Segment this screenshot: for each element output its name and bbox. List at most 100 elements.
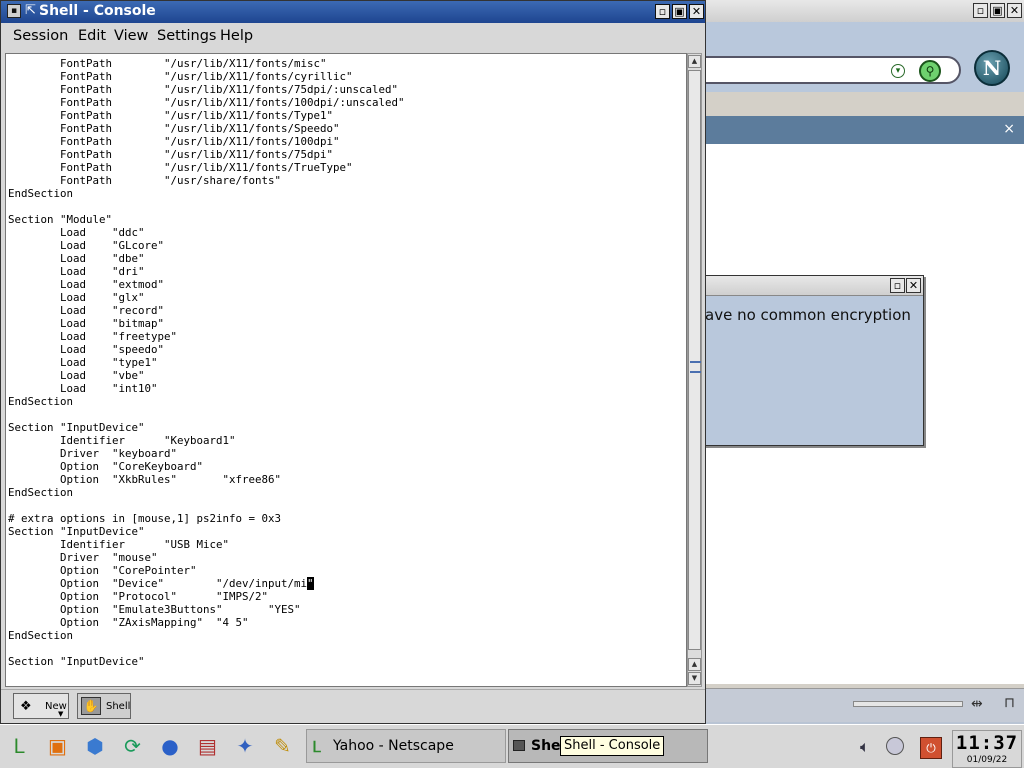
- cube-icon[interactable]: ⬢: [79, 730, 111, 762]
- terminal-line: Driver "mouse": [8, 551, 158, 564]
- terminal-line: Section "InputDevice": [8, 525, 145, 538]
- terminal-line: FontPath "/usr/share/fonts": [8, 174, 282, 187]
- close-icon[interactable]: ×: [1003, 122, 1015, 136]
- chevron-down-icon[interactable]: ▾: [891, 64, 905, 78]
- power-icon[interactable]: ⏻: [920, 737, 942, 759]
- terminal-line: FontPath "/usr/lib/X11/fonts/cyrillic": [8, 70, 353, 83]
- netscape-toolbar: [701, 22, 1024, 46]
- scroll-up-arrow-bottom[interactable]: ▲: [688, 658, 701, 671]
- terminal-line: FontPath "/usr/lib/X11/fonts/misc": [8, 57, 327, 70]
- terminal-line: FontPath "/usr/lib/X11/fonts/100dpi/:uns…: [8, 96, 405, 109]
- menu-view[interactable]: View: [114, 28, 148, 44]
- pencil-icon[interactable]: ✎: [267, 730, 299, 762]
- terminal-line: Section "InputDevice": [8, 421, 145, 434]
- terminal-line: Load "GLcore": [8, 239, 165, 252]
- terminal-line: Load "glx": [8, 291, 145, 304]
- netscape-titlebar[interactable]: ▫ ▣ ✕: [701, 0, 1024, 22]
- terminal-line: Section "InputDevice": [8, 655, 145, 668]
- new-session-label: New: [45, 701, 67, 712]
- shell-icon: ✋: [81, 697, 101, 715]
- dialog-close-button[interactable]: ✕: [906, 278, 921, 293]
- maximize-button[interactable]: ▣: [672, 4, 687, 19]
- url-input[interactable]: ▾ ⚲: [703, 56, 961, 84]
- scroll-down-arrow[interactable]: ▼: [688, 672, 701, 685]
- desktop: ▫ ▣ ✕ ▾ ⚲ N × ⇹ ⊓ ▫ ✕ ave no common encr…: [0, 0, 1024, 768]
- netscape-logo[interactable]: N: [974, 50, 1010, 86]
- search-icon[interactable]: ⚲: [919, 60, 941, 82]
- security-dialog: ▫ ✕ ave no common encryption: [700, 275, 924, 446]
- window-title: Shell - Console: [39, 3, 156, 19]
- terminal-line: FontPath "/usr/lib/X11/fonts/75dpi/:unsc…: [8, 83, 399, 96]
- runner-icon[interactable]: ⟳: [117, 730, 149, 762]
- scrollbar-thumb[interactable]: [688, 70, 701, 650]
- terminal-line: Option "Device" "/dev/input/mi": [8, 577, 314, 590]
- terminal-line: FontPath "/usr/lib/X11/fonts/Speedo": [8, 122, 340, 135]
- netscape-statusbar: ⇹ ⊓: [701, 688, 1024, 722]
- terminal-line: EndSection: [8, 187, 74, 200]
- clock[interactable]: 11:37 01/09/22: [952, 730, 1022, 768]
- printer-icon[interactable]: ▤: [192, 730, 224, 762]
- konsole-window: ▪ ⇱ Shell - Console ▫ ▣ ✕ Session Edit V…: [0, 0, 706, 724]
- lifejacket-icon[interactable]: ▣: [42, 730, 74, 762]
- tab-shell-label: Shell: [106, 701, 131, 712]
- terminal-line: FontPath "/usr/lib/X11/fonts/TrueType": [8, 161, 353, 174]
- terminal-line: Load "type1": [8, 356, 158, 369]
- terminal-line: FontPath "/usr/lib/X11/fonts/100dpi": [8, 135, 340, 148]
- netscape-close-button[interactable]: ✕: [1007, 3, 1022, 18]
- chevron-down-icon[interactable]: ▼: [58, 710, 63, 718]
- menu-help[interactable]: Help: [220, 28, 253, 44]
- clock-date: 01/09/22: [966, 755, 1008, 765]
- menubar: Session Edit View Settings Help: [1, 23, 705, 51]
- kde-menu-icon[interactable]: Ꮮ: [4, 730, 36, 762]
- new-session-button[interactable]: ❖ New ▼: [13, 693, 69, 719]
- pin-icon[interactable]: ⇱: [25, 3, 36, 18]
- minimize-button[interactable]: ▫: [655, 4, 670, 19]
- tools-icon[interactable]: ✦: [229, 730, 261, 762]
- terminal-scrollbar[interactable]: ▲ ▲ ▼: [687, 53, 702, 687]
- terminal-line: Load "record": [8, 304, 165, 317]
- terminal-line: Option "ZAxisMapping" "4 5": [8, 616, 249, 629]
- menu-session[interactable]: Session: [13, 28, 68, 44]
- session-tabbar: ❖ New ▼ ✋ Shell: [1, 689, 705, 723]
- scroll-up-arrow[interactable]: ▲: [688, 55, 701, 68]
- terminal-line: EndSection: [8, 395, 74, 408]
- terminal-line: Load "extmod": [8, 278, 165, 291]
- window-menu-icon[interactable]: ▪: [7, 4, 21, 18]
- close-button[interactable]: ✕: [689, 4, 704, 19]
- lock-icon[interactable]: ⊓: [1004, 695, 1015, 711]
- terminal-line: Load "dri": [8, 265, 145, 278]
- terminal-line: FontPath "/usr/lib/X11/fonts/75dpi": [8, 148, 334, 161]
- terminal-line: Load "ddc": [8, 226, 145, 239]
- terminal-area[interactable]: FontPath "/usr/lib/X11/fonts/misc" FontP…: [5, 53, 687, 687]
- system-tray: 🔈︎ ⏻ 11:37 01/09/22: [852, 729, 1024, 768]
- task-label: Yahoo - Netscape: [333, 738, 454, 754]
- dialog-maximize-button[interactable]: ▫: [890, 278, 905, 293]
- netscape-restore-button[interactable]: ▣: [990, 3, 1005, 18]
- terminal-line: FontPath "/usr/lib/X11/fonts/Type1": [8, 109, 334, 122]
- konsole-titlebar[interactable]: ▪ ⇱ Shell - Console ▫ ▣ ✕: [1, 1, 705, 23]
- terminal-line: Load "speedo": [8, 343, 165, 356]
- terminal-line: Option "CoreKeyboard": [8, 460, 204, 473]
- terminal-line: Load "vbe": [8, 369, 145, 382]
- terminal-line: Driver "keyboard": [8, 447, 178, 460]
- task-yahoo-netscape[interactable]: Ꮮ Yahoo - Netscape: [306, 729, 506, 763]
- netscape-location-bar: ▾ ⚲ N: [701, 46, 1024, 92]
- terminal-line: # extra options in [mouse,1] ps2info = 0…: [8, 512, 282, 525]
- dialog-message: ave no common encryption: [705, 306, 911, 324]
- scrollbar-grip: [690, 361, 701, 373]
- speaker-icon[interactable]: 🔈︎: [860, 737, 870, 757]
- netscape-maximize-button[interactable]: ▫: [973, 3, 988, 18]
- terminal-line: Load "bitmap": [8, 317, 165, 330]
- menu-edit[interactable]: Edit: [78, 28, 106, 44]
- terminal-output: FontPath "/usr/lib/X11/fonts/misc" FontP…: [8, 57, 405, 668]
- tab-shell[interactable]: ✋ Shell: [77, 693, 131, 719]
- dialog-titlebar[interactable]: ▫ ✕: [701, 276, 923, 296]
- terminal-line: Option "XkbRules" "xfree86": [8, 473, 282, 486]
- menu-settings[interactable]: Settings: [157, 28, 216, 44]
- terminal-line: Load "int10": [8, 382, 158, 395]
- globe-icon[interactable]: ●: [154, 730, 186, 762]
- mixer-icon[interactable]: [886, 737, 904, 755]
